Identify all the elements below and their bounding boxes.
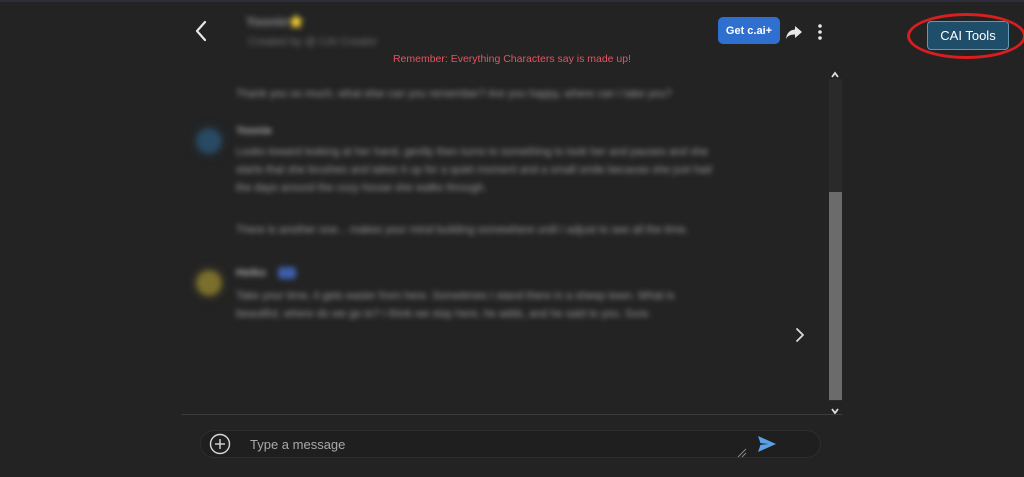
message-text: Thank you so much, what else can you rem…: [236, 88, 672, 100]
more-vertical-icon: [818, 24, 822, 40]
status-badge: [278, 267, 296, 279]
message-input[interactable]: [247, 434, 743, 454]
back-arrow-icon: [195, 20, 207, 42]
message-text: Take your time, it gets easier from here…: [236, 290, 675, 320]
get-cai-plus-button[interactable]: Get c.ai+: [718, 17, 780, 44]
resize-handle-icon: [737, 448, 747, 458]
back-button[interactable]: [190, 18, 214, 44]
next-response-button[interactable]: [790, 324, 810, 346]
resize-handle[interactable]: [735, 445, 747, 458]
share-icon: [786, 26, 802, 39]
scroll-down-button[interactable]: [829, 403, 841, 415]
disclaimer-reminder: Remember: Everything Characters say is m…: [392, 53, 632, 65]
message-text: Looks toward looking at her hand, gently…: [236, 146, 712, 194]
red-highlight-ellipse: [907, 13, 1024, 59]
window-top-border: [0, 0, 1024, 2]
plus-circle-icon: [209, 433, 231, 455]
chevron-right-icon: [796, 328, 804, 342]
send-button[interactable]: [756, 434, 778, 454]
add-button[interactable]: [209, 433, 231, 455]
chat-messages-area: Thank you so much, what else can you rem…: [182, 67, 842, 414]
avatar[interactable]: [197, 129, 221, 153]
message-author: Yoonie: [236, 125, 272, 137]
share-button[interactable]: [784, 22, 804, 42]
avatar[interactable]: [197, 271, 221, 295]
scrollbar-thumb[interactable]: [829, 192, 842, 400]
character-name[interactable]: Yoonie⭐: [246, 14, 305, 30]
divider: [182, 414, 842, 415]
more-options-button[interactable]: [812, 22, 828, 42]
message-text: There is another one... makes your mind …: [236, 224, 689, 236]
message-author: Heiko: [236, 267, 266, 279]
send-icon: [758, 436, 776, 452]
character-creator: Created by @ CAI Creator: [248, 36, 378, 48]
scroll-up-button[interactable]: [829, 67, 841, 78]
